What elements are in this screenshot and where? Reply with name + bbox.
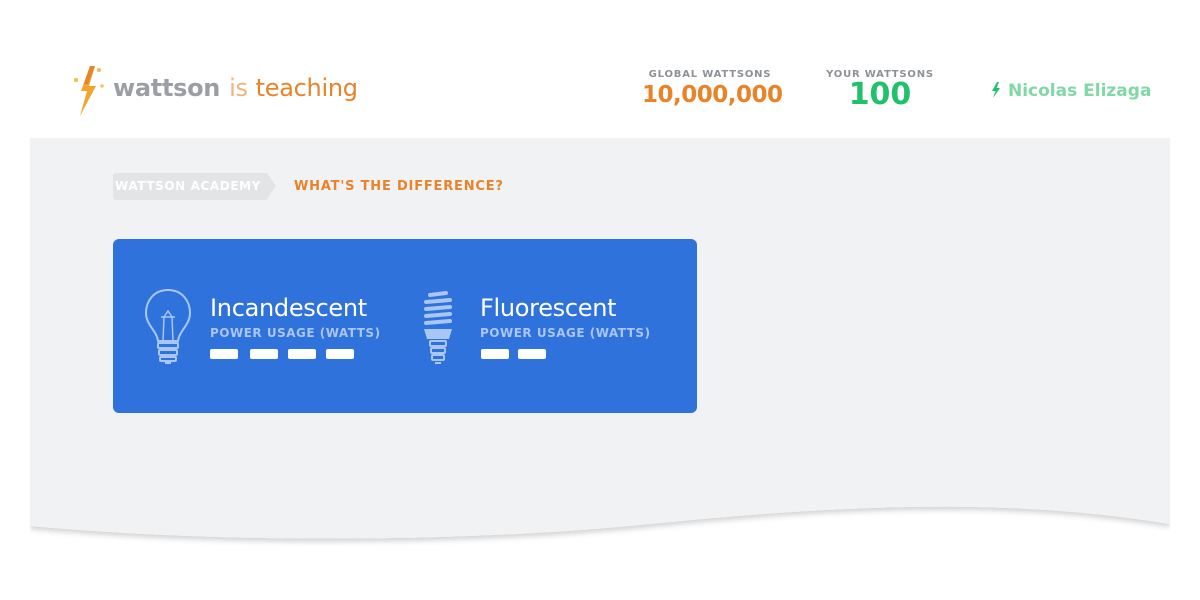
global-wattsons-label: GLOBAL WATTSONS xyxy=(648,69,772,80)
global-wattsons-stat: GLOBAL WATTSONS 10,000,000 xyxy=(642,69,783,108)
fluorescent-title: Fluorescent xyxy=(480,294,617,322)
lightning-bolt-icon xyxy=(992,82,1000,98)
fluorescent-usage-unit xyxy=(481,349,509,359)
brand-title: wattson is teaching xyxy=(113,74,358,102)
your-wattsons-stat: YOUR WATTSONS 100 xyxy=(820,69,940,112)
breadcrumb-parent-link[interactable]: WATTSON ACADEMY xyxy=(113,173,276,200)
brand-connector: is xyxy=(229,74,248,102)
incandescent-usage-unit xyxy=(210,349,238,359)
app-window: wattson is teaching GLOBAL WATTSONS 10,000… xyxy=(30,36,1170,546)
bulb-comparison-card: Incandescent POWER USAGE (WATTS) Fluores… xyxy=(113,239,697,413)
top-header: wattson is teaching GLOBAL WATTSONS 10,000… xyxy=(30,36,1170,138)
incandescent-usage-unit xyxy=(326,349,354,359)
user-profile-link[interactable]: Nicolas Elizaga xyxy=(990,81,1151,101)
fluorescent-bulb-icon xyxy=(424,291,452,364)
wattson-logo-icon xyxy=(74,66,104,116)
fluorescent-usage-unit xyxy=(518,349,546,359)
incandescent-title: Incandescent xyxy=(210,294,367,322)
fluorescent-subtitle: POWER USAGE (WATTS) xyxy=(480,326,651,340)
incandescent-usage-unit xyxy=(250,349,278,359)
your-wattsons-value: 100 xyxy=(848,77,912,112)
global-wattsons-value: 10,000,000 xyxy=(642,82,783,108)
brand-status: teaching xyxy=(255,74,358,102)
incandescent-subtitle: POWER USAGE (WATTS) xyxy=(210,326,381,340)
incandescent-usage-unit xyxy=(288,349,316,359)
incandescent-bulb-icon xyxy=(144,288,192,364)
brand-name: wattson xyxy=(113,74,221,102)
breadcrumb-current: WHAT'S THE DIFFERENCE? xyxy=(294,179,504,194)
user-name: Nicolas Elizaga xyxy=(1008,81,1152,101)
